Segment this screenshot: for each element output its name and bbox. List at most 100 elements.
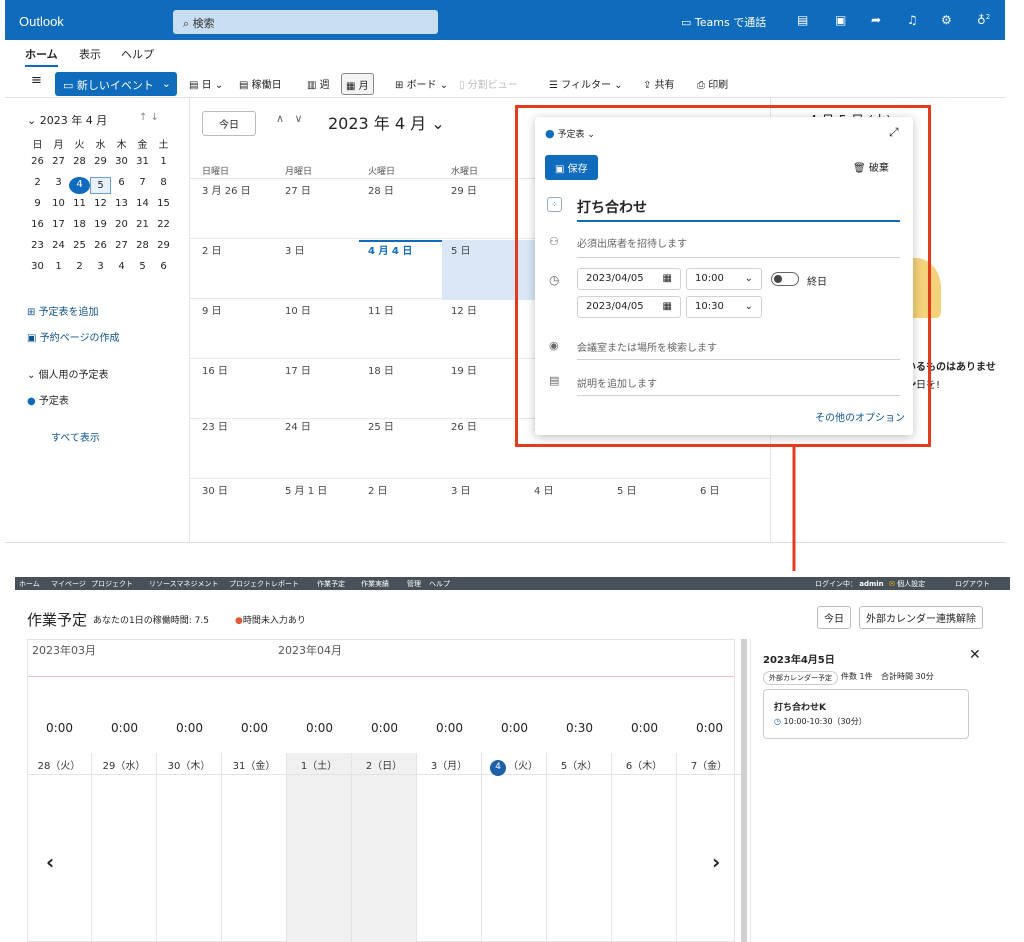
chat-icon[interactable]: ▤ bbox=[797, 13, 808, 27]
day-header[interactable]: 31（金） bbox=[222, 753, 287, 775]
mini-cal-day[interactable]: 20 bbox=[111, 219, 132, 230]
menu-item[interactable]: 作業予定 bbox=[317, 579, 345, 589]
day-cell-label[interactable]: 3 日 bbox=[285, 242, 305, 257]
day-cell-label[interactable]: 16 日 bbox=[202, 362, 228, 377]
menu-icon[interactable]: ≡ bbox=[27, 70, 46, 92]
day-header[interactable]: 30（木） bbox=[157, 753, 222, 775]
mini-cal-day[interactable]: 30 bbox=[27, 261, 48, 272]
day-cell-label[interactable]: 3 日 bbox=[451, 482, 471, 497]
mini-cal-day[interactable]: 31 bbox=[132, 156, 153, 167]
personal-calendars-header[interactable]: ⌄ 個人用の予定表 bbox=[27, 366, 109, 381]
today-button[interactable]: 今日 bbox=[202, 111, 256, 136]
mini-cal-day[interactable]: 29 bbox=[90, 156, 111, 167]
menu-item[interactable]: ヘルプ bbox=[429, 579, 450, 589]
view-day-button[interactable]: ▤ 日 ⌄ bbox=[185, 73, 227, 95]
mini-cal-day[interactable]: 26 bbox=[90, 240, 111, 251]
mini-cal-day[interactable]: 1 bbox=[48, 261, 69, 272]
today-button[interactable]: 今日 bbox=[817, 606, 851, 629]
mini-cal-day[interactable]: 17 bbox=[48, 219, 69, 230]
menu-item[interactable]: 作業実績 bbox=[361, 579, 389, 589]
share-button[interactable]: ⇪ 共有 bbox=[639, 73, 679, 95]
menu-item[interactable]: プロジェクトレポート bbox=[229, 579, 299, 589]
day-header[interactable]: 6（木） bbox=[612, 753, 677, 775]
day-header[interactable]: 28（火） bbox=[27, 753, 92, 775]
mini-cal-day[interactable]: 11 bbox=[69, 198, 90, 209]
mini-cal-day[interactable]: 25 bbox=[69, 240, 90, 251]
day-header[interactable]: 2（日） bbox=[352, 753, 417, 775]
day-cell-label[interactable]: 18 日 bbox=[368, 362, 394, 377]
mini-cal-day[interactable]: 21 bbox=[132, 219, 153, 230]
mini-cal-day[interactable]: 23 bbox=[27, 240, 48, 251]
day-column[interactable] bbox=[482, 775, 547, 942]
day-cell-label[interactable]: 12 日 bbox=[451, 302, 477, 317]
print-button[interactable]: ⎙ 印刷 bbox=[693, 73, 732, 95]
day-cell-label[interactable]: 5 月 1 日 bbox=[285, 482, 327, 497]
day-header[interactable]: 7（金） bbox=[677, 753, 742, 775]
menu-item[interactable]: マイページ bbox=[51, 579, 86, 589]
new-event-button[interactable]: ▭ 新しいイベント ⌄ bbox=[55, 72, 177, 96]
close-icon[interactable]: ✕ bbox=[969, 647, 981, 663]
day-column[interactable] bbox=[677, 775, 742, 942]
day-header[interactable]: 1（土） bbox=[287, 753, 352, 775]
mini-cal-day[interactable]: 13 bbox=[111, 198, 132, 209]
day-header[interactable]: 4 （火） bbox=[482, 753, 547, 776]
day-column[interactable] bbox=[92, 775, 157, 942]
mini-cal-day[interactable]: 19 bbox=[90, 219, 111, 230]
day-cell-label[interactable]: 25 日 bbox=[368, 418, 394, 433]
mini-cal-day[interactable]: 29 bbox=[153, 240, 174, 251]
day-header[interactable]: 5（水） bbox=[547, 753, 612, 775]
view-board-button[interactable]: ⊞ ボード ⌄ bbox=[391, 73, 452, 95]
mini-cal-day[interactable]: 24 bbox=[48, 240, 69, 251]
view-week-button[interactable]: ▥ 週 bbox=[303, 73, 334, 95]
mini-cal-day[interactable]: 27 bbox=[48, 156, 69, 167]
mini-cal-day[interactable]: 10 bbox=[48, 198, 69, 209]
mini-cal-day[interactable]: 22 bbox=[153, 219, 174, 230]
day-cell-label[interactable]: 27 日 bbox=[285, 182, 311, 197]
day-cell-label[interactable]: 29 日 bbox=[451, 182, 477, 197]
day-cell-label[interactable]: 9 日 bbox=[202, 302, 222, 317]
view-month-button[interactable]: ▦ 月 bbox=[341, 73, 374, 95]
day-column[interactable] bbox=[547, 775, 612, 942]
mini-cal-day[interactable]: 5 bbox=[132, 261, 153, 272]
day-cell-label[interactable]: 28 日 bbox=[368, 182, 394, 197]
mini-cal-day[interactable]: 3 bbox=[90, 261, 111, 272]
day-cell-label[interactable]: 19 日 bbox=[451, 362, 477, 377]
mini-cal-day[interactable]: 28 bbox=[69, 156, 90, 167]
tab-home[interactable]: ホーム bbox=[25, 46, 58, 67]
mini-cal-day[interactable]: 15 bbox=[153, 198, 174, 209]
bell-icon[interactable]: ♫ bbox=[907, 13, 918, 27]
day-column[interactable] bbox=[287, 775, 352, 942]
show-all-link[interactable]: すべて表示 bbox=[51, 429, 100, 444]
day-cell-label[interactable]: 24 日 bbox=[285, 418, 311, 433]
day-cell-label[interactable]: 5 日 bbox=[451, 242, 471, 257]
gear-icon[interactable]: ⚙ bbox=[941, 13, 952, 27]
tab-help[interactable]: ヘルプ bbox=[121, 46, 154, 62]
mini-cal-day[interactable]: 7 bbox=[132, 177, 153, 188]
nav-arrows[interactable]: ∧ ∨ bbox=[276, 112, 303, 125]
day-column[interactable] bbox=[417, 775, 482, 942]
mini-cal-day[interactable]: 6 bbox=[111, 177, 132, 188]
day-cell-label[interactable]: 5 日 bbox=[617, 482, 637, 497]
send-icon[interactable]: ➦ bbox=[871, 13, 881, 27]
mini-cal-day[interactable]: 4 bbox=[69, 177, 90, 194]
mini-cal-day[interactable]: 12 bbox=[90, 198, 111, 209]
menu-item[interactable]: ホーム bbox=[19, 579, 40, 589]
scrollbar[interactable] bbox=[741, 639, 747, 942]
lightbulb-icon[interactable]: ♁2 bbox=[977, 13, 990, 27]
day-cell-label[interactable]: 11 日 bbox=[368, 302, 394, 317]
mini-cal-day[interactable]: 28 bbox=[132, 240, 153, 251]
tab-view[interactable]: 表示 bbox=[79, 46, 101, 62]
month-title[interactable]: 2023 年 4 月 ⌄ bbox=[328, 110, 445, 134]
logout-link[interactable]: ログアウト bbox=[955, 579, 990, 589]
mini-cal-day[interactable]: 18 bbox=[69, 219, 90, 230]
day-cell-label[interactable]: 4 日 bbox=[534, 482, 554, 497]
day-cell-label[interactable]: 2 日 bbox=[368, 482, 388, 497]
day-cell-label[interactable]: 10 日 bbox=[285, 302, 311, 317]
search-box[interactable]: ⌕ 検索 bbox=[173, 10, 438, 34]
mini-cal-day[interactable]: 5 bbox=[90, 177, 111, 194]
mini-cal-day[interactable]: 8 bbox=[153, 177, 174, 188]
day-column[interactable] bbox=[612, 775, 677, 942]
mini-cal-day[interactable]: 1 bbox=[153, 156, 174, 167]
chevron-down-icon[interactable]: ⌄ bbox=[162, 77, 171, 90]
mini-cal-day[interactable]: 6 bbox=[153, 261, 174, 272]
